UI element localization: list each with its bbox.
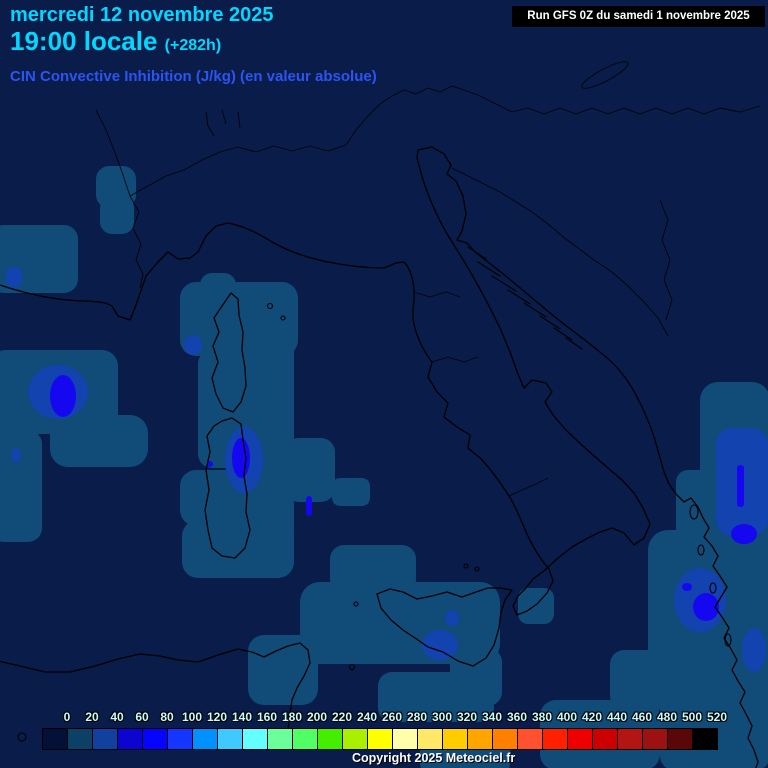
colorbar-cell <box>643 729 668 749</box>
country-borders <box>95 61 761 497</box>
colorbar-label: 340 <box>481 710 503 724</box>
time-line: 19:00 locale (+282h) <box>10 26 221 57</box>
colorbar-cell <box>393 729 418 749</box>
colorbar-label: 440 <box>606 710 628 724</box>
date-line: mercredi 12 novembre 2025 <box>10 4 274 26</box>
colorbar-cell <box>93 729 118 749</box>
colorbar-label: 0 <box>63 710 71 724</box>
colorbar-label: 40 <box>110 710 124 724</box>
colorbar-label: 60 <box>135 710 149 724</box>
colorbar-label: 240 <box>356 710 378 724</box>
colorbar-label: 400 <box>556 710 578 724</box>
colorbar-label: 420 <box>581 710 603 724</box>
colorbar-cell <box>143 729 168 749</box>
colorbar-cell <box>668 729 693 749</box>
colorbar-cell <box>343 729 368 749</box>
colorbar-label: 160 <box>256 710 278 724</box>
colorbar-cell <box>218 729 243 749</box>
colorbar-label: 200 <box>306 710 328 724</box>
colorbar-label: 280 <box>406 710 428 724</box>
colorbar-labels: 0 20 40 60 80 100 120 140 160 180 200 220 240 260 280 3… <box>42 710 727 726</box>
weather-map <box>0 61 768 768</box>
run-info-label: Run GFS 0Z du samedi 1 novembre 2025 <box>527 10 750 22</box>
colorbar-cell <box>618 729 643 749</box>
cin-patches-low <box>0 166 768 768</box>
colorbar-cell <box>518 729 543 749</box>
parameter-title: CIN Convective Inhibition (J/kg) (en val… <box>10 68 377 85</box>
colorbar-cell <box>368 729 393 749</box>
colorbar-cell <box>468 729 493 749</box>
colorbar-cell <box>443 729 468 749</box>
colorbar-label: 460 <box>631 710 653 724</box>
colorbar-label: 520 <box>706 710 728 724</box>
colorbar-cell <box>493 729 518 749</box>
colorbar-cell <box>593 729 618 749</box>
colorbar-cell <box>418 729 443 749</box>
run-info-box: Run GFS 0Z du samedi 1 novembre 2025 <box>512 6 765 27</box>
colorbar-cell <box>543 729 568 749</box>
colorbar-label: 180 <box>281 710 303 724</box>
colorbar-label: 220 <box>331 710 353 724</box>
colorbar-cell <box>43 729 68 749</box>
colorbar-label: 380 <box>531 710 553 724</box>
colorbar-cell <box>693 729 717 749</box>
colorbar-label: 320 <box>456 710 478 724</box>
colorbar-label: 260 <box>381 710 403 724</box>
colorbar-label: 140 <box>231 710 253 724</box>
colorbar-cell <box>318 729 343 749</box>
colorbar-label: 100 <box>181 710 203 724</box>
colorbar-label: 500 <box>681 710 703 724</box>
colorbar: 0 20 40 60 80 100 120 140 160 180 200 220 240 260 280 3… <box>42 710 727 750</box>
copyright-label: Copyright 2025 Meteociel.fr <box>352 751 516 765</box>
colorbar-label: 120 <box>206 710 228 724</box>
colorbar-cell <box>568 729 593 749</box>
colorbar-label: 80 <box>160 710 174 724</box>
colorbar-cell <box>268 729 293 749</box>
colorbar-cell <box>68 729 93 749</box>
lake-balaton <box>581 61 629 89</box>
colorbar-cell <box>118 729 143 749</box>
colorbar-cell <box>193 729 218 749</box>
colorbar-cell <box>293 729 318 749</box>
colorbar-cell <box>243 729 268 749</box>
forecast-offset: (+282h) <box>164 37 222 54</box>
colorbar-cells <box>42 728 718 750</box>
colorbar-label: 360 <box>506 710 528 724</box>
colorbar-cell <box>168 729 193 749</box>
colorbar-label: 20 <box>85 710 99 724</box>
colorbar-label: 300 <box>431 710 453 724</box>
colorbar-label: 480 <box>656 710 678 724</box>
meteociel-cin-map-screen: mercredi 12 novembre 2025 19:00 locale (… <box>0 0 768 768</box>
local-time: 19:00 locale <box>10 26 158 56</box>
